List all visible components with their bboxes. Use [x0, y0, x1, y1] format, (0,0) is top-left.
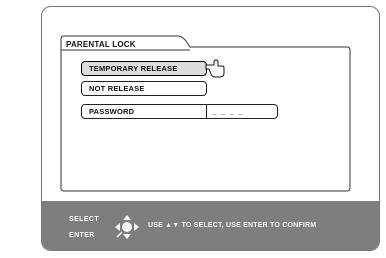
instruction-suffix: TO SELECT, USE ENTER TO CONFIRM	[181, 222, 317, 229]
directional-pad-icon	[115, 215, 139, 239]
hand-pointer-icon	[205, 59, 225, 78]
password-label: PASSWORD	[89, 107, 135, 116]
footer-instructions: USE ▲▼ TO SELECT, USE ENTER TO CONFIRM	[148, 222, 316, 229]
password-input[interactable]: _ _ _ _	[206, 104, 278, 119]
not-release-label: NOT RELEASE	[89, 84, 145, 93]
temporary-release-label: TEMPORARY RELEASE	[89, 64, 178, 73]
instruction-prefix: USE	[148, 222, 163, 229]
password-button[interactable]: PASSWORD	[81, 104, 207, 119]
select-label: SELECT	[69, 216, 100, 223]
instruction-arrows: ▲▼	[165, 222, 180, 229]
not-release-button[interactable]: NOT RELEASE	[81, 81, 207, 96]
temporary-release-button[interactable]: TEMPORARY RELEASE	[81, 61, 207, 76]
panel-title: PARENTAL LOCK	[66, 40, 136, 49]
enter-label: ENTER	[69, 232, 95, 239]
